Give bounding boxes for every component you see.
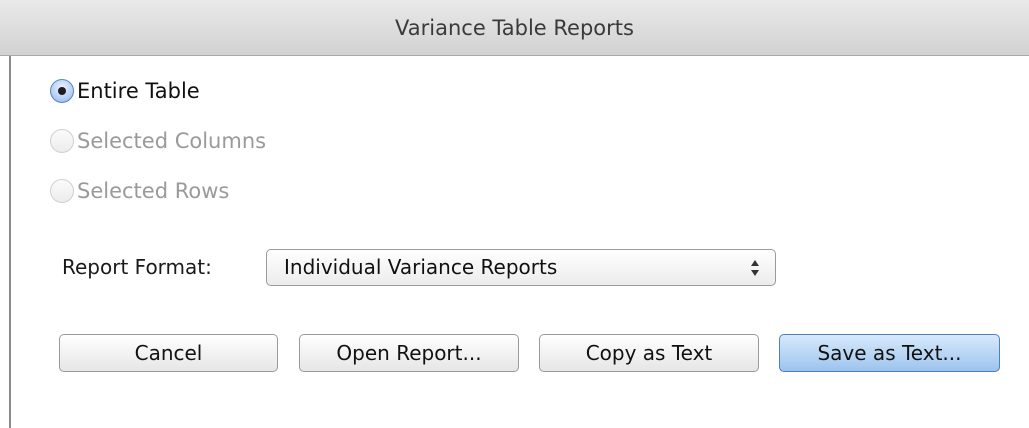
report-format-select[interactable]: Individual Variance Reports bbox=[266, 248, 776, 286]
radio-selected-columns[interactable]: Selected Columns bbox=[50, 126, 266, 156]
open-report-button[interactable]: Open Report... bbox=[299, 334, 519, 372]
radio-button-checked-icon[interactable] bbox=[50, 79, 74, 103]
radio-label-selected-rows: Selected Rows bbox=[77, 179, 230, 203]
cancel-button[interactable]: Cancel bbox=[59, 334, 278, 372]
radio-dot-icon bbox=[58, 87, 66, 95]
copy-as-text-button[interactable]: Copy as Text bbox=[539, 334, 759, 372]
report-format-row: Report Format: Individual Variance Repor… bbox=[62, 247, 776, 287]
updown-arrows-icon bbox=[751, 259, 759, 276]
report-format-label: Report Format: bbox=[62, 255, 212, 279]
radio-button-unchecked-icon[interactable] bbox=[50, 179, 74, 203]
radio-button-unchecked-icon[interactable] bbox=[50, 129, 74, 153]
report-format-value: Individual Variance Reports bbox=[284, 255, 558, 279]
window-left-edge bbox=[9, 56, 11, 428]
title-bar[interactable]: Variance Table Reports bbox=[0, 0, 1029, 56]
radio-label-selected-columns: Selected Columns bbox=[77, 129, 267, 153]
radio-label-entire-table: Entire Table bbox=[77, 79, 200, 103]
save-as-text-button[interactable]: Save as Text... bbox=[779, 334, 1000, 372]
variance-table-reports-dialog: Variance Table Reports Entire Table Sele… bbox=[0, 0, 1029, 428]
radio-selected-rows[interactable]: Selected Rows bbox=[50, 176, 229, 206]
window-title: Variance Table Reports bbox=[395, 16, 634, 40]
radio-entire-table[interactable]: Entire Table bbox=[50, 76, 200, 106]
